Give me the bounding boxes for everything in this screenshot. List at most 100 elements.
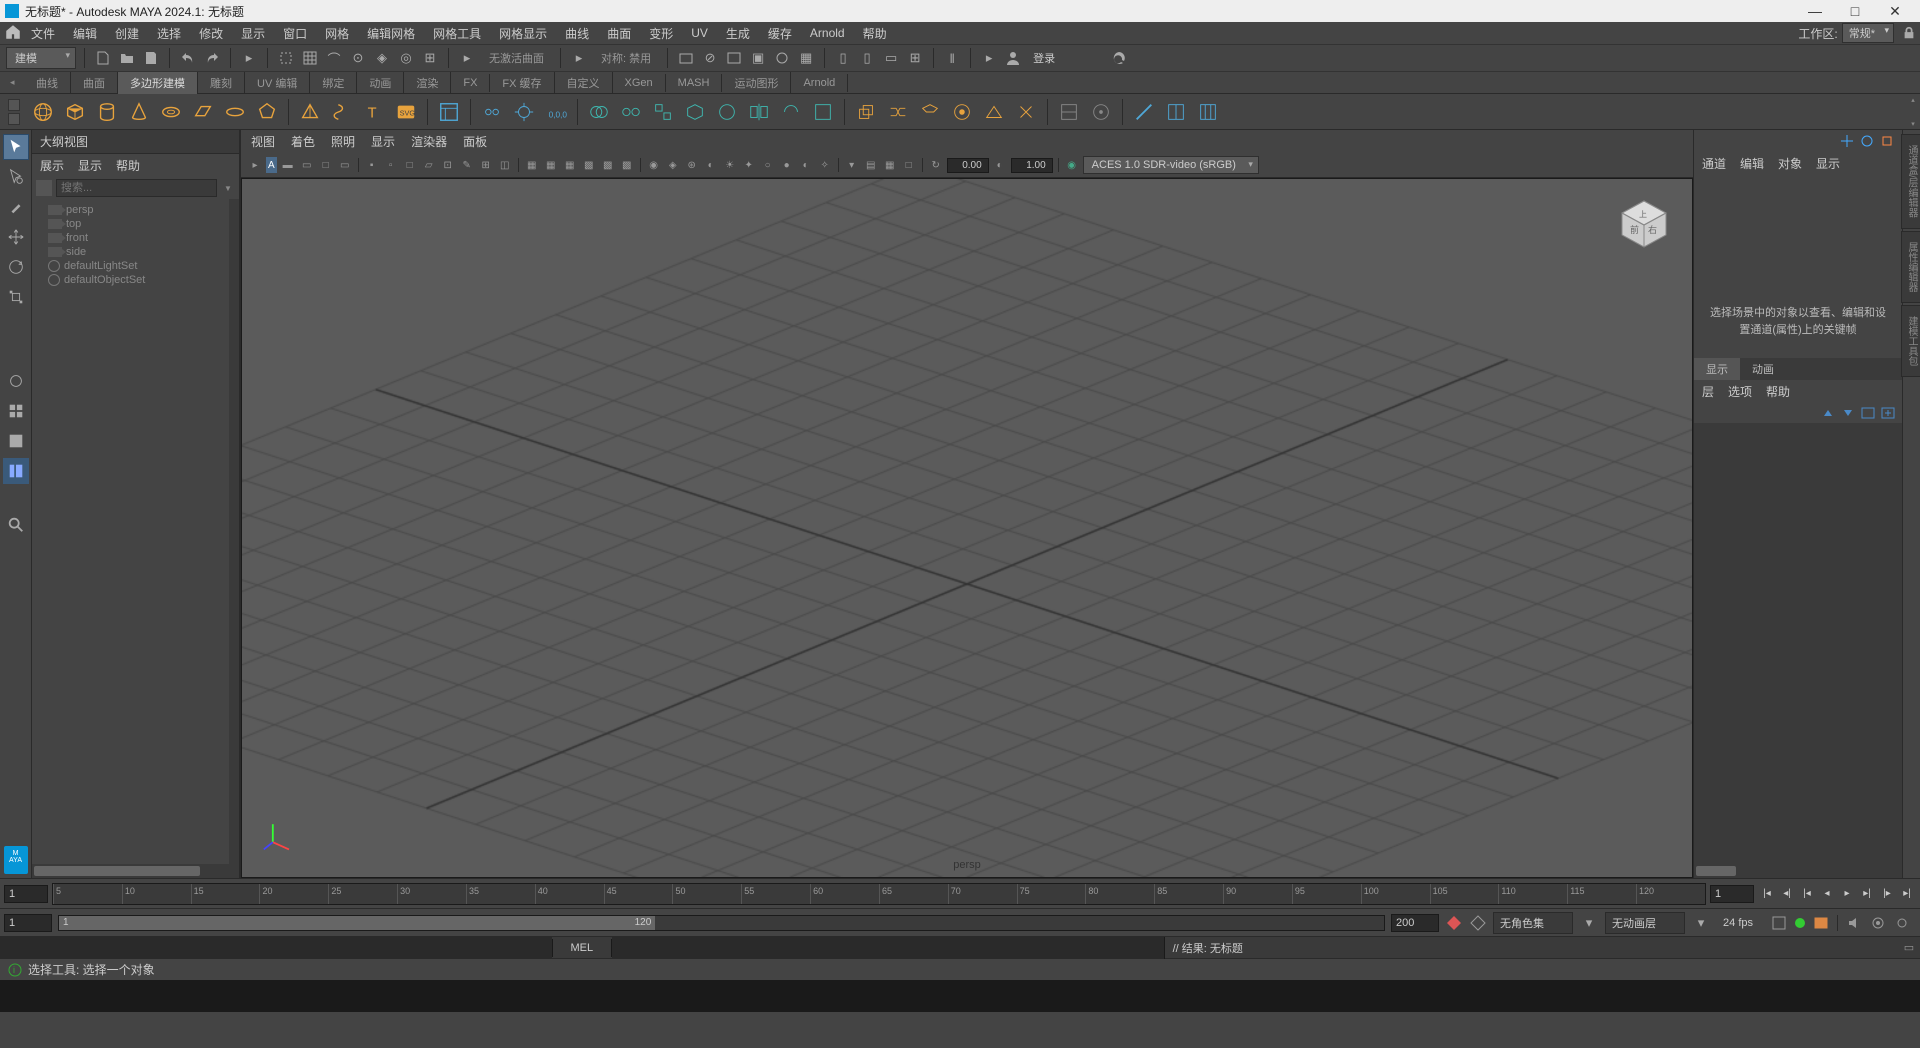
- poly-cone-icon[interactable]: [126, 99, 152, 125]
- layout-4view-icon[interactable]: [3, 398, 29, 424]
- layer-move-up-icon[interactable]: [1820, 406, 1836, 420]
- volume-icon[interactable]: [1846, 915, 1862, 931]
- extrude-icon[interactable]: [853, 99, 879, 125]
- menu-edit[interactable]: 编辑: [64, 23, 106, 44]
- mirror-icon[interactable]: [746, 99, 772, 125]
- autokey-icon[interactable]: [1469, 914, 1487, 932]
- layer-tab-anim[interactable]: 动画: [1740, 358, 1786, 380]
- render-status-icon[interactable]: [1813, 915, 1829, 931]
- retopo-icon[interactable]: [778, 99, 804, 125]
- menu-display[interactable]: 显示: [232, 23, 274, 44]
- tab-mash[interactable]: MASH: [666, 74, 723, 92]
- menu-modify[interactable]: 修改: [190, 23, 232, 44]
- render-globals-icon[interactable]: [772, 48, 792, 68]
- outliner-vscroll[interactable]: [229, 199, 239, 864]
- boolean-icon[interactable]: [682, 99, 708, 125]
- menu-generate[interactable]: 生成: [717, 23, 759, 44]
- poly-cube-icon[interactable]: [62, 99, 88, 125]
- vp-field-icon[interactable]: ✎: [459, 157, 475, 173]
- vp-cam-icon[interactable]: ▪: [364, 157, 380, 173]
- menu-deform[interactable]: 变形: [640, 23, 682, 44]
- minimize-button[interactable]: —: [1795, 3, 1835, 19]
- connect-icon[interactable]: [1131, 99, 1157, 125]
- smooth-icon[interactable]: [714, 99, 740, 125]
- vp-res-icon[interactable]: ▱: [421, 157, 437, 173]
- cb-menu-show[interactable]: 显示: [1816, 155, 1840, 172]
- vp-menu-show[interactable]: 显示: [371, 133, 395, 150]
- range-thumb[interactable]: 1 120: [59, 916, 655, 930]
- layout-single-icon[interactable]: [3, 428, 29, 454]
- anim-layer-selector[interactable]: 无动画层: [1605, 912, 1685, 934]
- outliner-hscroll[interactable]: [32, 864, 239, 878]
- menu-editmesh[interactable]: 编辑网格: [358, 23, 424, 44]
- poly-torus-icon[interactable]: [158, 99, 184, 125]
- cmd-expand-icon[interactable]: ▭: [1898, 941, 1920, 954]
- undo-icon[interactable]: [178, 48, 198, 68]
- vp-aa-icon[interactable]: ●: [779, 157, 795, 173]
- anim-start-field[interactable]: 1: [4, 914, 52, 932]
- outliner-menu-help[interactable]: 帮助: [116, 157, 140, 174]
- multi-cut-icon[interactable]: [1056, 99, 1082, 125]
- poly-cylinder-icon[interactable]: [94, 99, 120, 125]
- go-start-icon[interactable]: |◂: [1758, 885, 1776, 903]
- tab-animation[interactable]: 动画: [357, 72, 404, 94]
- go-end-icon[interactable]: ▸|: [1898, 885, 1916, 903]
- poly-pyramid-icon[interactable]: [297, 99, 323, 125]
- menu-select[interactable]: 选择: [148, 23, 190, 44]
- login-label[interactable]: 登录: [1027, 50, 1061, 66]
- prefs-icon[interactable]: [1870, 915, 1886, 931]
- layer-menu-layers[interactable]: 层: [1702, 383, 1714, 400]
- snap-plane-icon[interactable]: ◈: [372, 48, 392, 68]
- separate-icon[interactable]: [618, 99, 644, 125]
- vp-exposure-down-icon[interactable]: ▾: [844, 157, 860, 173]
- vp-wireframe-icon[interactable]: ◫: [497, 157, 513, 173]
- layer-new-empty-icon[interactable]: [1860, 406, 1876, 420]
- home-icon[interactable]: [4, 23, 22, 44]
- menu-curves[interactable]: 曲线: [556, 23, 598, 44]
- combine-icon[interactable]: [586, 99, 612, 125]
- origin-icon[interactable]: [511, 99, 537, 125]
- snap-live-icon[interactable]: ◎: [396, 48, 416, 68]
- pause-icon[interactable]: ‖: [942, 48, 962, 68]
- poly-sphere-icon[interactable]: [30, 99, 56, 125]
- step-back-icon[interactable]: |◂: [1798, 885, 1816, 903]
- shelf-opts-icon[interactable]: [8, 99, 20, 111]
- render-icon[interactable]: [724, 48, 744, 68]
- vp-gate-icon[interactable]: □: [402, 157, 418, 173]
- workspace-selector[interactable]: 常规*: [1842, 23, 1894, 43]
- vp-2d-pan-icon[interactable]: □: [318, 157, 334, 173]
- content-browser-icon[interactable]: [436, 99, 462, 125]
- vp-smooth-icon[interactable]: ▦: [543, 157, 559, 173]
- new-scene-icon[interactable]: [93, 48, 113, 68]
- sym-dropdown-icon[interactable]: ▸: [569, 48, 589, 68]
- select-by-type-icon[interactable]: [276, 48, 296, 68]
- outliner-tree[interactable]: persp top front side defaultLightSet def…: [32, 199, 239, 864]
- menu-file[interactable]: 文件: [22, 23, 64, 44]
- outliner-item-objectset[interactable]: defaultObjectSet: [34, 273, 237, 287]
- outliner-menu-show[interactable]: 展示: [40, 157, 64, 174]
- menu-help[interactable]: 帮助: [854, 23, 896, 44]
- tab-uvedit[interactable]: UV 编辑: [245, 72, 310, 94]
- colorspace-selector[interactable]: ACES 1.0 SDR-video (sRGB): [1083, 156, 1259, 174]
- poly-type-icon[interactable]: T: [361, 99, 387, 125]
- layer-menu-options[interactable]: 选项: [1728, 383, 1752, 400]
- redo-icon[interactable]: [202, 48, 222, 68]
- current-frame-field-right[interactable]: 1: [1710, 885, 1754, 903]
- tab-custom[interactable]: 自定义: [555, 72, 613, 94]
- menu-cache[interactable]: 缓存: [759, 23, 801, 44]
- tab-motiongfx[interactable]: 运动图形: [722, 72, 791, 94]
- prev-key-icon[interactable]: ◂|: [1778, 885, 1796, 903]
- script-editor-icon[interactable]: [1771, 915, 1787, 931]
- current-frame-field[interactable]: 1: [4, 885, 48, 903]
- 3d-viewport[interactable]: persp 前 右 上: [241, 178, 1693, 878]
- vp-menu-renderer[interactable]: 渲染器: [411, 133, 447, 150]
- svg-icon[interactable]: SVG: [393, 99, 419, 125]
- outliner-item-persp[interactable]: persp: [34, 203, 237, 217]
- play-fwd-icon[interactable]: ▸: [1838, 885, 1856, 903]
- character-set-selector[interactable]: 无角色集: [1493, 912, 1573, 934]
- vp-exposure-icon[interactable]: ▤: [863, 157, 879, 173]
- menu-mesh[interactable]: 网格: [316, 23, 358, 44]
- shelf-menu-icon[interactable]: [8, 113, 20, 125]
- target-weld-icon[interactable]: [1088, 99, 1114, 125]
- outliner-search-dropdown-icon[interactable]: ▼: [221, 184, 235, 193]
